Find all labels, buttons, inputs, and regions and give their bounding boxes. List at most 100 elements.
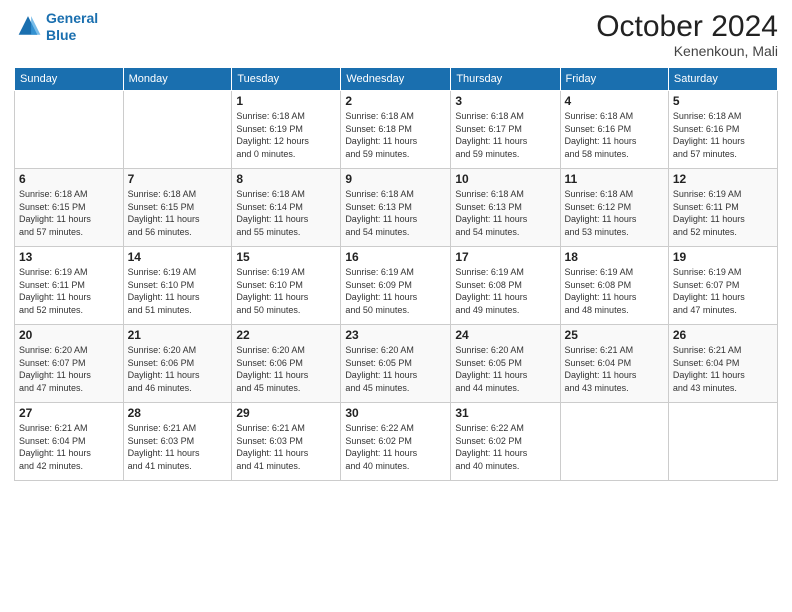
day-cell: 15 Sunrise: 6:19 AM Sunset: 6:10 PM Dayli… <box>232 247 341 325</box>
day-cell <box>123 91 232 169</box>
weekday-saturday: Saturday <box>668 68 777 91</box>
day-cell: 18Sunrise: 6:19 AM Sunset: 6:08 PM Dayli… <box>560 247 668 325</box>
day-info: Sunrise: 6:20 AM Sunset: 6:06 PM Dayligh… <box>236 344 336 394</box>
week-row-2: 6 Sunrise: 6:18 AM Sunset: 6:15 PM Daylig… <box>15 169 778 247</box>
day-number: 19 <box>673 250 773 264</box>
logo-icon <box>14 13 42 41</box>
day-number: 9 <box>345 172 446 186</box>
page: General Blue October 2024 Kenenkoun, Mal… <box>0 0 792 612</box>
day-number: 25 <box>565 328 664 342</box>
day-cell: 11Sunrise: 6:18 AM Sunset: 6:12 PM Dayli… <box>560 169 668 247</box>
day-info: Sunrise: 6:20 AM Sunset: 6:05 PM Dayligh… <box>455 344 555 394</box>
day-cell: 10Sunrise: 6:18 AM Sunset: 6:13 PM Dayli… <box>451 169 560 247</box>
day-cell: 22 Sunrise: 6:20 AM Sunset: 6:06 PM Dayli… <box>232 325 341 403</box>
day-info: Sunrise: 6:18 AM Sunset: 6:13 PM Dayligh… <box>455 188 555 238</box>
day-number: 16 <box>345 250 446 264</box>
day-info: Sunrise: 6:19 AM Sunset: 6:11 PM Dayligh… <box>19 266 119 316</box>
logo-text: General Blue <box>46 10 98 44</box>
day-cell: 25 Sunrise: 6:21 AM Sunset: 6:04 PM Dayli… <box>560 325 668 403</box>
day-number: 27 <box>19 406 119 420</box>
day-number: 29 <box>236 406 336 420</box>
day-info: Sunrise: 6:18 AM Sunset: 6:18 PM Dayligh… <box>345 110 446 160</box>
day-info: Sunrise: 6:19 AM Sunset: 6:08 PM Dayligh… <box>565 266 664 316</box>
day-cell: 29 Sunrise: 6:21 AM Sunset: 6:03 PM Dayli… <box>232 403 341 481</box>
weekday-wednesday: Wednesday <box>341 68 451 91</box>
day-cell: 17 Sunrise: 6:19 AM Sunset: 6:08 PM Dayli… <box>451 247 560 325</box>
weekday-header-row: SundayMondayTuesdayWednesdayThursdayFrid… <box>15 68 778 91</box>
logo-blue-label: Blue <box>46 27 98 44</box>
day-cell: 26 Sunrise: 6:21 AM Sunset: 6:04 PM Dayli… <box>668 325 777 403</box>
day-info: Sunrise: 6:19 AM Sunset: 6:08 PM Dayligh… <box>455 266 555 316</box>
day-cell: 23Sunrise: 6:20 AM Sunset: 6:05 PM Dayli… <box>341 325 451 403</box>
day-cell <box>668 403 777 481</box>
weekday-monday: Monday <box>123 68 232 91</box>
day-number: 4 <box>565 94 664 108</box>
day-cell: 9Sunrise: 6:18 AM Sunset: 6:13 PM Daylig… <box>341 169 451 247</box>
day-cell: 16 Sunrise: 6:19 AM Sunset: 6:09 PM Dayli… <box>341 247 451 325</box>
day-cell: 1Sunrise: 6:18 AM Sunset: 6:19 PM Daylig… <box>232 91 341 169</box>
day-info: Sunrise: 6:21 AM Sunset: 6:04 PM Dayligh… <box>565 344 664 394</box>
day-cell: 31Sunrise: 6:22 AM Sunset: 6:02 PM Dayli… <box>451 403 560 481</box>
day-info: Sunrise: 6:20 AM Sunset: 6:06 PM Dayligh… <box>128 344 228 394</box>
weekday-friday: Friday <box>560 68 668 91</box>
day-info: Sunrise: 6:22 AM Sunset: 6:02 PM Dayligh… <box>345 422 446 472</box>
day-cell: 13Sunrise: 6:19 AM Sunset: 6:11 PM Dayli… <box>15 247 124 325</box>
day-number: 26 <box>673 328 773 342</box>
day-number: 22 <box>236 328 336 342</box>
day-cell: 21 Sunrise: 6:20 AM Sunset: 6:06 PM Dayli… <box>123 325 232 403</box>
logo-general: General <box>46 10 98 26</box>
calendar-table: SundayMondayTuesdayWednesdayThursdayFrid… <box>14 67 778 481</box>
day-info: Sunrise: 6:21 AM Sunset: 6:03 PM Dayligh… <box>128 422 228 472</box>
day-info: Sunrise: 6:19 AM Sunset: 6:09 PM Dayligh… <box>345 266 446 316</box>
weekday-thursday: Thursday <box>451 68 560 91</box>
day-cell <box>15 91 124 169</box>
title-block: October 2024 Kenenkoun, Mali <box>596 10 778 59</box>
day-number: 30 <box>345 406 446 420</box>
weekday-tuesday: Tuesday <box>232 68 341 91</box>
day-cell: 28 Sunrise: 6:21 AM Sunset: 6:03 PM Dayli… <box>123 403 232 481</box>
day-info: Sunrise: 6:18 AM Sunset: 6:15 PM Dayligh… <box>128 188 228 238</box>
day-cell: 12Sunrise: 6:19 AM Sunset: 6:11 PM Dayli… <box>668 169 777 247</box>
day-info: Sunrise: 6:21 AM Sunset: 6:04 PM Dayligh… <box>673 344 773 394</box>
day-info: Sunrise: 6:21 AM Sunset: 6:04 PM Dayligh… <box>19 422 119 472</box>
day-number: 14 <box>128 250 228 264</box>
logo: General Blue <box>14 10 98 44</box>
day-cell: 30 Sunrise: 6:22 AM Sunset: 6:02 PM Dayli… <box>341 403 451 481</box>
day-info: Sunrise: 6:18 AM Sunset: 6:17 PM Dayligh… <box>455 110 555 160</box>
month-title: October 2024 <box>596 10 778 43</box>
day-cell: 20Sunrise: 6:20 AM Sunset: 6:07 PM Dayli… <box>15 325 124 403</box>
day-number: 28 <box>128 406 228 420</box>
day-cell: 3 Sunrise: 6:18 AM Sunset: 6:17 PM Daylig… <box>451 91 560 169</box>
day-info: Sunrise: 6:19 AM Sunset: 6:10 PM Dayligh… <box>236 266 336 316</box>
day-number: 15 <box>236 250 336 264</box>
day-number: 6 <box>19 172 119 186</box>
day-number: 17 <box>455 250 555 264</box>
day-number: 8 <box>236 172 336 186</box>
day-cell: 24 Sunrise: 6:20 AM Sunset: 6:05 PM Dayli… <box>451 325 560 403</box>
day-info: Sunrise: 6:21 AM Sunset: 6:03 PM Dayligh… <box>236 422 336 472</box>
day-cell: 4Sunrise: 6:18 AM Sunset: 6:16 PM Daylig… <box>560 91 668 169</box>
week-row-3: 13Sunrise: 6:19 AM Sunset: 6:11 PM Dayli… <box>15 247 778 325</box>
day-info: Sunrise: 6:19 AM Sunset: 6:11 PM Dayligh… <box>673 188 773 238</box>
day-cell: 2Sunrise: 6:18 AM Sunset: 6:18 PM Daylig… <box>341 91 451 169</box>
day-number: 5 <box>673 94 773 108</box>
day-cell <box>560 403 668 481</box>
day-cell: 8 Sunrise: 6:18 AM Sunset: 6:14 PM Daylig… <box>232 169 341 247</box>
day-number: 21 <box>128 328 228 342</box>
day-number: 24 <box>455 328 555 342</box>
day-cell: 7 Sunrise: 6:18 AM Sunset: 6:15 PM Daylig… <box>123 169 232 247</box>
day-info: Sunrise: 6:20 AM Sunset: 6:05 PM Dayligh… <box>345 344 446 394</box>
day-cell: 27 Sunrise: 6:21 AM Sunset: 6:04 PM Dayli… <box>15 403 124 481</box>
day-number: 20 <box>19 328 119 342</box>
header: General Blue October 2024 Kenenkoun, Mal… <box>14 10 778 59</box>
day-number: 7 <box>128 172 228 186</box>
day-info: Sunrise: 6:22 AM Sunset: 6:02 PM Dayligh… <box>455 422 555 472</box>
day-number: 3 <box>455 94 555 108</box>
day-info: Sunrise: 6:18 AM Sunset: 6:14 PM Dayligh… <box>236 188 336 238</box>
day-cell: 19Sunrise: 6:19 AM Sunset: 6:07 PM Dayli… <box>668 247 777 325</box>
day-info: Sunrise: 6:18 AM Sunset: 6:12 PM Dayligh… <box>565 188 664 238</box>
weekday-sunday: Sunday <box>15 68 124 91</box>
week-row-5: 27 Sunrise: 6:21 AM Sunset: 6:04 PM Dayli… <box>15 403 778 481</box>
day-info: Sunrise: 6:19 AM Sunset: 6:10 PM Dayligh… <box>128 266 228 316</box>
week-row-4: 20Sunrise: 6:20 AM Sunset: 6:07 PM Dayli… <box>15 325 778 403</box>
